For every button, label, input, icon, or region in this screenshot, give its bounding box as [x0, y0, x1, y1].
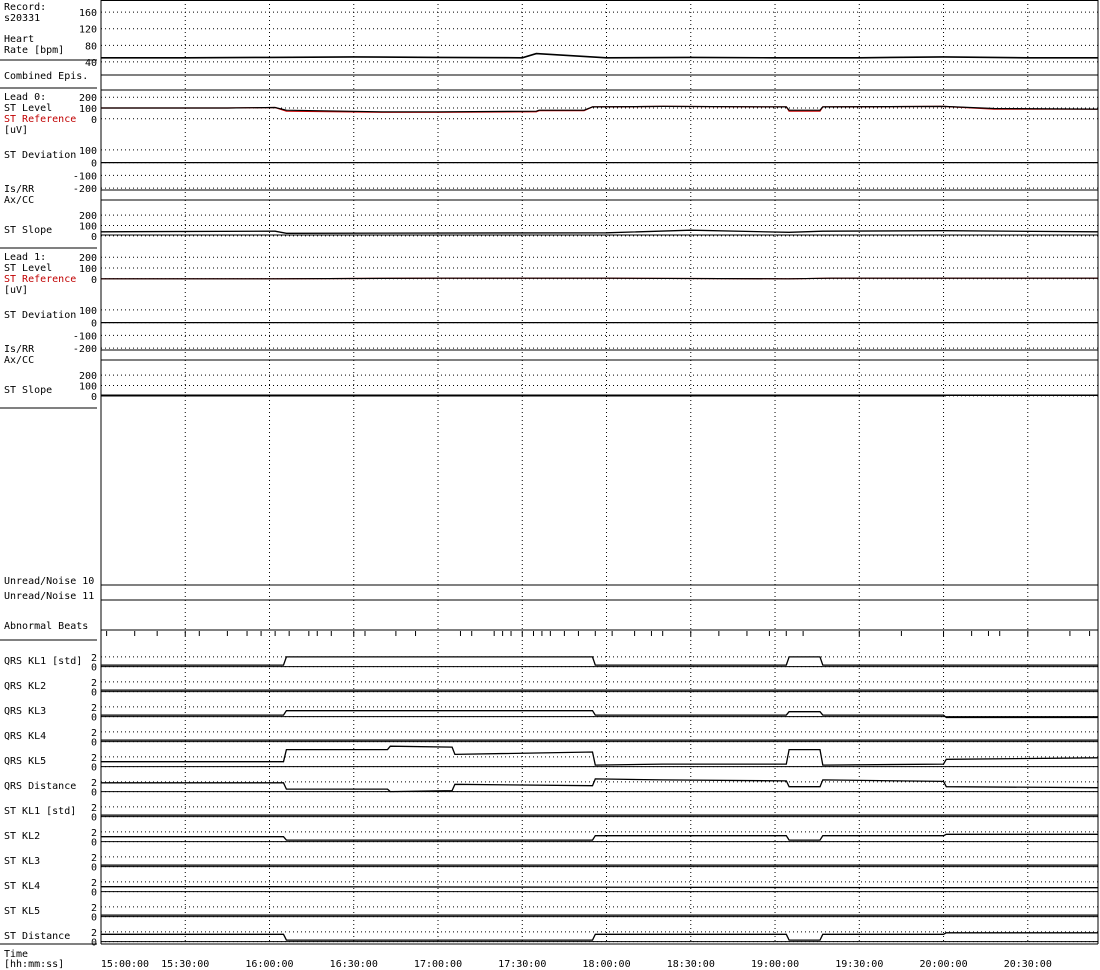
kl-tick-label: 0 — [91, 738, 97, 749]
time-tick-label: 17:30:00 — [498, 959, 546, 970]
kl-row-label: QRS KL4 — [4, 731, 46, 742]
kl-tick-label: 0 — [91, 713, 97, 724]
time-tick-label: 15:00:00 — [101, 959, 149, 970]
lead0-title: Lead 0: — [4, 92, 46, 103]
kl-tick-label: 0 — [91, 663, 97, 674]
heart-rate-label: Heart — [4, 34, 34, 45]
lead1-deviation-tick-label: 0 — [91, 319, 97, 330]
kl-row-label: QRS Distance — [4, 781, 76, 792]
kl-row-label: QRS KL5 — [4, 756, 46, 767]
lead0-st-reference-label: ST Reference — [4, 114, 76, 125]
lead0-unit-label: [uV] — [4, 125, 28, 136]
lead1-level-tick-label: 100 — [79, 264, 97, 275]
combined-episodes-label: Combined Epis. — [4, 71, 88, 82]
kl-row-label: ST KL1 [std] — [4, 806, 76, 817]
kl-tick-label: 0 — [91, 913, 97, 924]
heart-rate-label: s20331 — [4, 13, 40, 24]
lead1-slope-tick-label: 0 — [91, 392, 97, 403]
heart-rate-tick-label: 120 — [79, 25, 97, 36]
lead1-st-deviation-label: ST Deviation — [4, 310, 76, 321]
kl-tick-label: 0 — [91, 763, 97, 774]
heart-rate-label: Rate [bpm] — [4, 45, 64, 56]
heart-rate-tick-label: 80 — [85, 41, 97, 52]
time-axis-unit: [hh:mm:ss] — [4, 959, 64, 970]
kl-row-label: QRS KL1 [std] — [4, 656, 82, 667]
lead0-deviation-tick-label: -100 — [73, 171, 97, 182]
lead1-st-slope-series — [101, 394, 1098, 397]
kl-tick-label: 0 — [91, 938, 97, 949]
st-analysis-chart: 160 120 80 40 Record:s20331 HeartRate [bpm] Co… — [0, 0, 1100, 970]
kl-row-label: ST KL4 — [4, 881, 40, 892]
kl-row-label: ST KL5 — [4, 906, 40, 917]
time-tick-label: 15:30:00 — [161, 959, 209, 970]
time-tick-label: 19:30:00 — [835, 959, 883, 970]
kl-row-label: QRS KL3 — [4, 706, 46, 717]
lead0-level-tick-label: 0 — [91, 115, 97, 126]
lead0-level-tick-label: 100 — [79, 104, 97, 115]
kl-row-label: ST Distance — [4, 931, 70, 942]
lead1-st-level-series — [101, 277, 1098, 280]
heart-rate-tick-label: 160 — [79, 8, 97, 19]
time-tick-label: 18:00:00 — [582, 959, 630, 970]
time-tick-label: 17:00:00 — [414, 959, 462, 970]
lead1-st-slope-label: ST Slope — [4, 385, 52, 396]
kl-tick-label: 0 — [91, 813, 97, 824]
unread-noise-11-label: Unread/Noise 11 — [4, 591, 94, 602]
kl-row-label: ST KL2 — [4, 831, 40, 842]
time-tick-label: 19:00:00 — [751, 959, 799, 970]
lead0-axcc-label: Ax/CC — [4, 195, 34, 206]
lead1-level-tick-label: 0 — [91, 275, 97, 286]
lead0-st-level-label: ST Level — [4, 103, 52, 114]
lead1-st-level-label: ST Level — [4, 263, 52, 274]
lead1-deviation-tick-label: 100 — [79, 306, 97, 317]
time-tick-label: 16:00:00 — [245, 959, 293, 970]
abnormal-beats-label: Abnormal Beats — [4, 621, 88, 632]
chart-background — [0, 0, 1100, 970]
lead1-slope-tick-label: 200 — [79, 371, 97, 382]
lead0-slope-tick-label: 0 — [91, 232, 97, 243]
lead0-slope-tick-label: 100 — [79, 222, 97, 233]
kl-row-label: ST KL3 — [4, 856, 40, 867]
time-tick-label: 20:30:00 — [1004, 959, 1052, 970]
lead1-slope-tick-label: 100 — [79, 382, 97, 393]
lead0-st-deviation-label: ST Deviation — [4, 150, 76, 161]
kl-tick-label: 0 — [91, 788, 97, 799]
lead1-unit-label: [uV] — [4, 285, 28, 296]
kl-tick-label: 0 — [91, 888, 97, 899]
lead1-deviation-tick-label: -100 — [73, 331, 97, 342]
heart-rate-label: Record: — [4, 2, 46, 13]
time-tick-label: 18:30:00 — [667, 959, 715, 970]
lead1-st-reference-label: ST Reference — [4, 274, 76, 285]
kl-tick-label: 0 — [91, 838, 97, 849]
lead1-isrr-label: Is/RR — [4, 344, 35, 355]
lead0-deviation-tick-label: -200 — [73, 184, 97, 195]
lead0-level-tick-label: 200 — [79, 93, 97, 104]
lead0-slope-tick-label: 200 — [79, 211, 97, 222]
kl-row-label: QRS KL2 — [4, 681, 46, 692]
time-tick-label: 20:00:00 — [919, 959, 967, 970]
kl-tick-label: 0 — [91, 688, 97, 699]
heart-rate-tick-label: 40 — [85, 58, 97, 69]
lead0-deviation-tick-label: 100 — [79, 146, 97, 157]
lead0-st-slope-label: ST Slope — [4, 225, 52, 236]
lead0-isrr-label: Is/RR — [4, 184, 35, 195]
lead0-deviation-tick-label: 0 — [91, 159, 97, 170]
lead1-deviation-tick-label: -200 — [73, 344, 97, 355]
unread-noise-10-label: Unread/Noise 10 — [4, 576, 94, 587]
time-tick-label: 16:30:00 — [330, 959, 378, 970]
lead1-level-tick-label: 200 — [79, 253, 97, 264]
lead1-axcc-label: Ax/CC — [4, 355, 34, 366]
kl-tick-label: 0 — [91, 863, 97, 874]
lead1-title: Lead 1: — [4, 252, 46, 263]
